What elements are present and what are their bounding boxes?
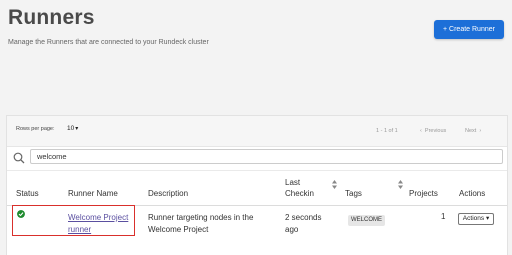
table-row: Welcome Project runner Runner targeting …	[7, 205, 507, 241]
column-projects[interactable]: Projects	[409, 188, 438, 199]
next-page-button[interactable]: Next ›	[465, 128, 481, 134]
rows-per-page-value: 10	[67, 125, 75, 132]
search-input[interactable]: welcome	[30, 149, 503, 164]
create-runner-button[interactable]: + Create Runner	[434, 20, 504, 39]
page-subtitle: Manage the Runners that are connected to…	[8, 39, 209, 46]
column-last-checkin[interactable]: Last Checkin	[285, 177, 314, 199]
check-circle-icon	[17, 210, 25, 218]
column-runner-name[interactable]: Runner Name	[68, 188, 118, 199]
previous-label: Previous	[424, 128, 447, 134]
next-label: Next	[465, 128, 477, 134]
projects-count: 1	[441, 212, 446, 221]
actions-label: Actions	[462, 215, 485, 222]
column-tags[interactable]: Tags	[345, 188, 362, 199]
search-icon	[13, 152, 25, 164]
chevron-right-icon: ›	[479, 128, 482, 134]
chevron-left-icon: ‹	[420, 128, 422, 134]
pagination-bar: Rows per page: 10▾ 1 - 1 of 1 ‹ Previous…	[7, 116, 507, 147]
table-header: Status Runner Name Description Last Chec…	[7, 170, 507, 206]
caret-down-icon: ▾	[75, 126, 79, 132]
description-line1: Runner targeting nodes in the	[148, 213, 254, 222]
runner-description: Runner targeting nodes in the Welcome Pr…	[148, 212, 273, 236]
tag-badge: WELCOME	[348, 215, 386, 226]
checkin-line1: 2 seconds	[285, 213, 322, 222]
rows-per-page-select[interactable]: 10▾	[67, 125, 78, 132]
rows-per-page-label: Rows per page:	[16, 126, 55, 132]
column-last-checkin-line1: Last	[285, 178, 301, 187]
runners-panel: Rows per page: 10▾ 1 - 1 of 1 ‹ Previous…	[6, 115, 508, 255]
runner-name-line1: Welcome Project	[68, 213, 129, 222]
pagination-range: 1 - 1 of 1	[376, 128, 398, 134]
column-status[interactable]: Status	[16, 188, 39, 199]
column-actions: Actions	[459, 189, 486, 198]
sort-icon[interactable]	[398, 180, 403, 189]
sort-icon[interactable]	[332, 180, 337, 189]
description-line2: Welcome Project	[148, 225, 209, 234]
previous-page-button[interactable]: ‹ Previous	[420, 128, 446, 134]
last-checkin: 2 seconds ago	[285, 212, 340, 236]
page-title: Runners	[8, 6, 95, 29]
column-description[interactable]: Description	[148, 188, 188, 199]
runner-name-link[interactable]: Welcome Project runner	[68, 212, 138, 236]
checkin-line2: ago	[285, 225, 299, 234]
column-last-checkin-line2: Checkin	[285, 189, 314, 198]
caret-down-icon: ▾	[485, 215, 490, 222]
runner-name-line2: runner	[68, 225, 92, 234]
actions-dropdown-button[interactable]: Actions ▾	[458, 213, 494, 225]
